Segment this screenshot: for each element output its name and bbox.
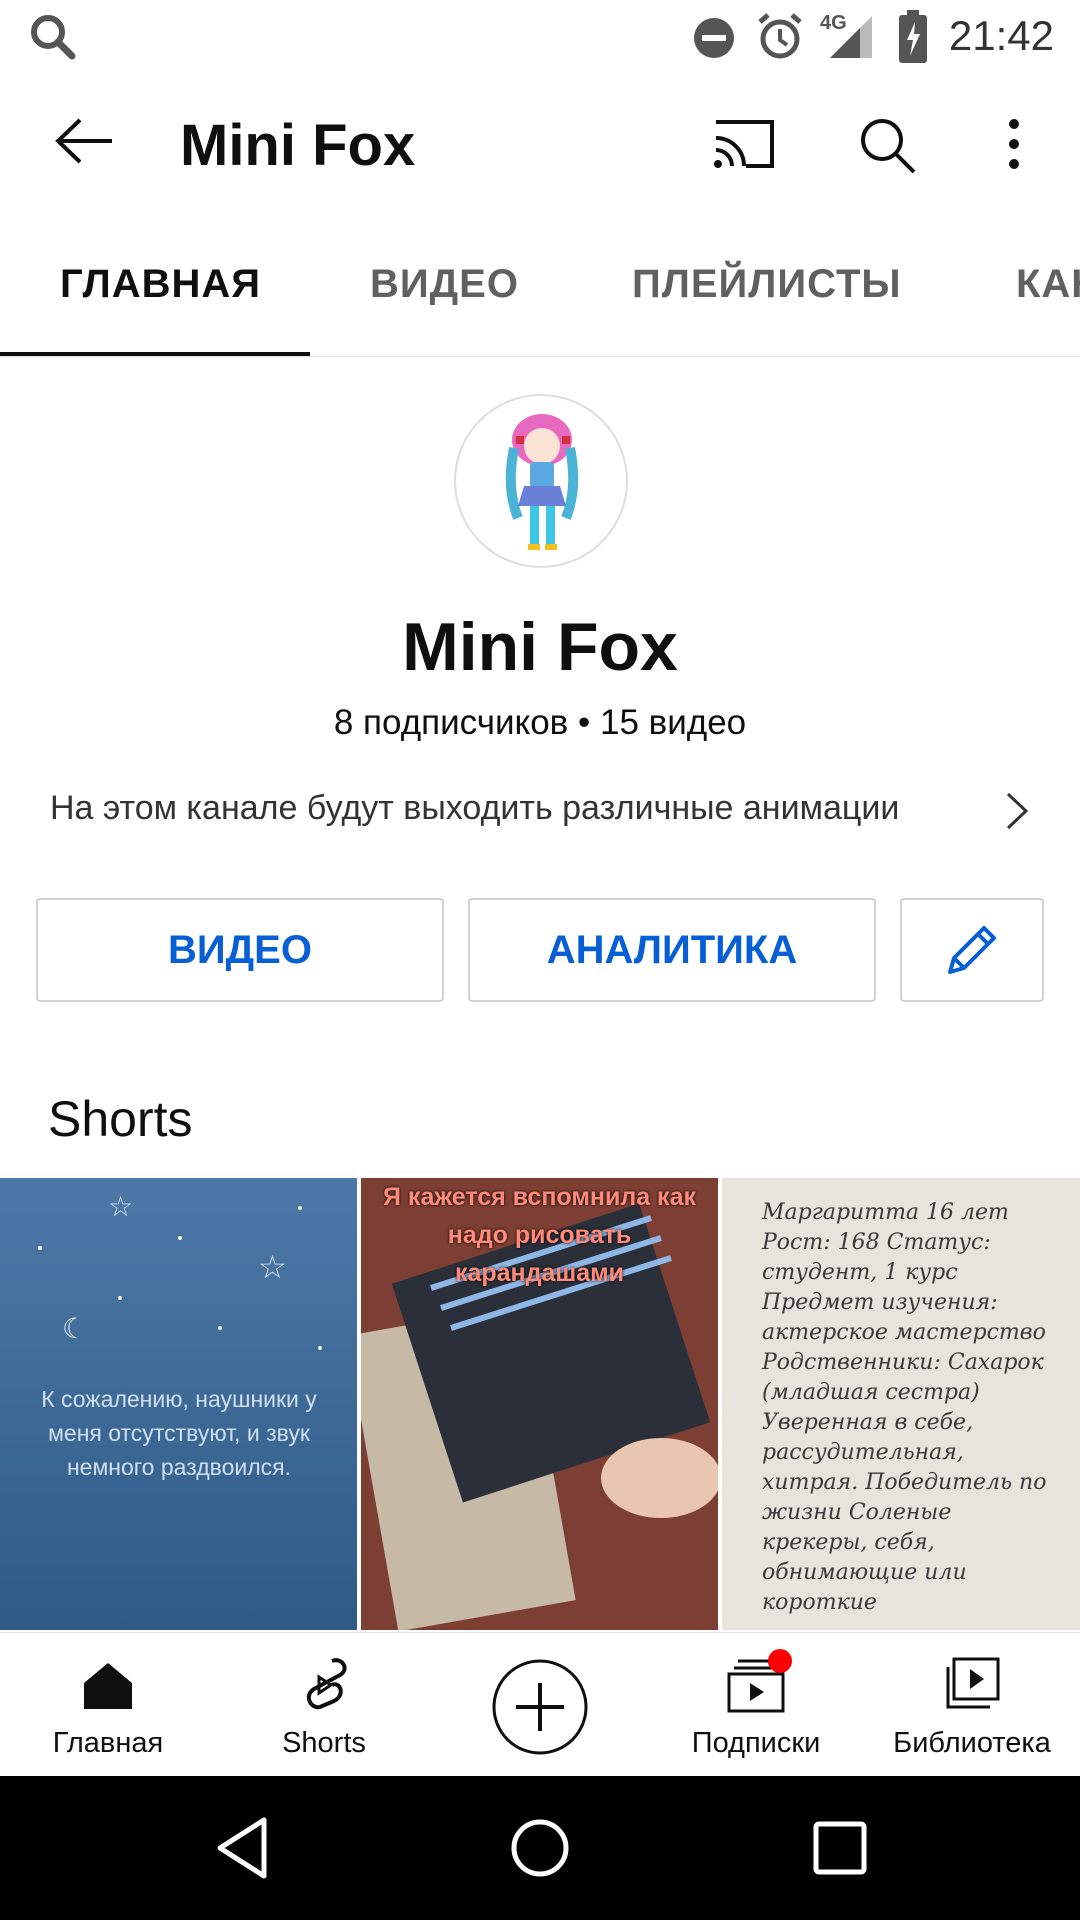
svg-text:☆: ☆ <box>108 1191 133 1222</box>
pencil-icon <box>948 926 996 974</box>
videos-button[interactable]: ВИДЕО <box>36 898 444 1002</box>
cast-icon[interactable] <box>712 118 776 170</box>
signal-icon <box>830 16 872 58</box>
short-caption: Маргаритта 16 лет Рост: 168 Статус: студ… <box>762 1200 1047 1615</box>
tab-home[interactable]: ГЛАВНАЯ <box>60 262 261 307</box>
edit-channel-button[interactable] <box>900 898 1044 1002</box>
svg-text:☆: ☆ <box>258 1249 287 1285</box>
tab-videos[interactable]: ВИДЕО <box>370 262 519 307</box>
tab-channels-clip: КАНАЛЫ <box>1010 262 1080 322</box>
library-icon <box>946 1657 1000 1709</box>
notification-badge <box>768 1649 792 1673</box>
short-thumbnail-1[interactable]: ☆ ☆ ☾ К сожалению, наушники у меня отсут… <box>0 1178 357 1630</box>
system-home-icon[interactable] <box>510 1818 570 1878</box>
alarm-icon <box>758 13 802 59</box>
system-back-icon[interactable] <box>214 1816 270 1880</box>
shorts-heading: Shorts <box>48 1091 193 1147</box>
bottom-navigation: Главная Shorts Подписки Библиотека <box>0 1632 1080 1777</box>
nav-subscriptions-label: Подписки <box>691 1727 821 1759</box>
status-bar: 4G 21:42 <box>0 0 1080 75</box>
nav-library-label: Библиотека <box>893 1727 1051 1759</box>
system-navigation-bar <box>0 1776 1080 1920</box>
nav-shorts[interactable]: Shorts <box>224 1633 424 1777</box>
tab-channels[interactable]: КАНАЛЫ <box>1016 262 1080 307</box>
status-time: 21:42 <box>948 12 1054 59</box>
do-not-disturb-icon <box>694 18 734 58</box>
battery-icon <box>899 10 927 63</box>
page-title: Mini Fox <box>180 113 416 178</box>
back-arrow-icon[interactable] <box>54 116 116 166</box>
channel-stats: 8 подписчиков • 15 видео <box>333 703 747 742</box>
system-recents-icon[interactable] <box>812 1820 868 1876</box>
chevron-right-icon[interactable] <box>1004 790 1030 832</box>
shorts-icon <box>306 1658 347 1710</box>
nav-subscriptions[interactable]: Подписки <box>656 1633 856 1777</box>
tab-divider <box>0 356 1080 357</box>
nav-library[interactable]: Библиотека <box>872 1633 1072 1777</box>
search-notification-icon <box>31 15 76 60</box>
short-thumbnail-2[interactable]: Я кажется вспомнила как надо рисовать ка… <box>361 1178 718 1630</box>
nav-home-label: Главная <box>52 1727 164 1759</box>
avatar-character-image <box>505 414 579 550</box>
home-icon <box>84 1663 132 1709</box>
nav-create[interactable] <box>440 1633 640 1777</box>
short-caption: К сожалению, наушники у меня отсутствуют… <box>41 1386 317 1480</box>
avatar[interactable] <box>454 394 628 568</box>
channel-description[interactable]: На этом канале будут выходить различные … <box>50 789 899 828</box>
short-thumbnail-3[interactable]: Маргаритта 16 лет Рост: 168 Статус: студ… <box>722 1178 1080 1630</box>
tab-playlists[interactable]: ПЛЕЙЛИСТЫ <box>632 262 902 307</box>
search-icon[interactable] <box>858 116 918 176</box>
nav-home[interactable]: Главная <box>8 1633 208 1777</box>
channel-name: Mini Fox <box>402 609 678 685</box>
short-caption: Я кажется вспомнила как надо рисовать ка… <box>383 1183 696 1287</box>
svg-text:☾: ☾ <box>62 1313 87 1344</box>
nav-shorts-label: Shorts <box>282 1727 366 1759</box>
analytics-button[interactable]: АНАЛИТИКА <box>468 898 876 1002</box>
create-plus-icon <box>492 1659 588 1755</box>
more-vert-icon[interactable] <box>1000 116 1028 172</box>
